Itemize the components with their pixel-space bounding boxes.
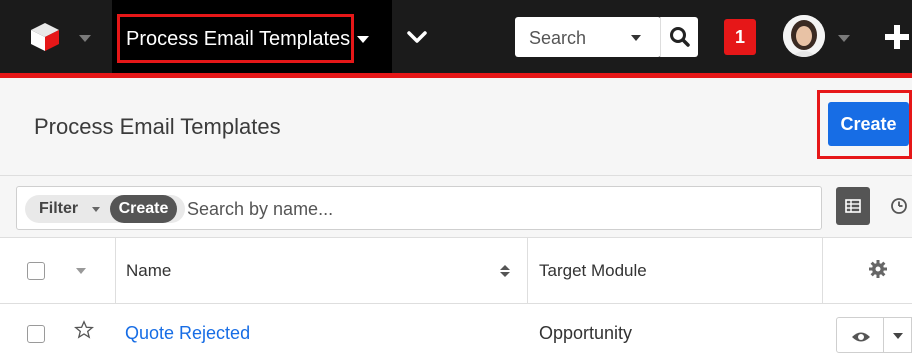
activity-stream-view-button[interactable] — [882, 187, 912, 225]
column-header-target-module[interactable]: Target Module — [539, 261, 647, 281]
filter-caret-icon — [92, 207, 100, 212]
row-actions-dropdown[interactable] — [884, 317, 912, 353]
search-filter-field[interactable]: Filter Create Search by name... — [16, 186, 822, 230]
row-actions-caret-icon — [893, 333, 903, 339]
module-tab[interactable]: Process Email Templates — [112, 0, 392, 73]
record-name-link[interactable]: Quote Rejected — [125, 323, 250, 344]
row-checkbox[interactable] — [27, 325, 45, 343]
chevron-down-icon[interactable] — [407, 30, 427, 44]
create-filter-button[interactable]: Create — [110, 195, 177, 223]
star-icon[interactable] — [74, 320, 94, 340]
plus-icon[interactable] — [882, 22, 912, 52]
filter-dropdown[interactable]: Filter Create — [25, 195, 185, 223]
target-module-cell: Opportunity — [539, 323, 633, 343]
preview-button[interactable] — [836, 317, 884, 353]
mass-action-caret-icon[interactable] — [76, 268, 86, 274]
search-input[interactable]: Search by name... — [187, 199, 333, 220]
list-view-button[interactable] — [836, 187, 870, 225]
gear-icon[interactable] — [868, 259, 888, 279]
avatar[interactable] — [783, 15, 825, 57]
sort-icon[interactable] — [499, 264, 511, 278]
logo-cube-icon — [31, 23, 59, 51]
module-tab-caret-icon[interactable] — [357, 36, 369, 43]
search-module-caret-icon[interactable] — [631, 35, 641, 41]
search-label: Search — [529, 28, 587, 48]
notification-badge[interactable]: 1 — [724, 19, 756, 55]
logo-menu[interactable] — [0, 0, 112, 73]
page-title: Process Email Templates — [34, 114, 281, 139]
search-icon — [670, 27, 690, 47]
logo-caret-icon — [79, 35, 91, 42]
user-menu-caret-icon[interactable] — [838, 35, 850, 42]
module-tab-label: Process Email Templates — [126, 28, 351, 50]
filter-bar: Filter Create Search by name... — [0, 176, 912, 238]
global-search[interactable]: Search — [515, 17, 661, 57]
create-button[interactable]: Create — [828, 102, 909, 146]
top-navigation-bar: Process Email Templates Search 1 — [0, 0, 912, 73]
search-button[interactable] — [660, 17, 698, 57]
select-all-checkbox[interactable] — [27, 262, 45, 280]
clock-icon — [891, 198, 907, 214]
page-header: Process Email Templates Create — [0, 78, 912, 176]
filter-label: Filter — [39, 200, 79, 217]
column-header-name[interactable]: Name — [126, 261, 171, 281]
eye-icon — [852, 332, 870, 342]
table-grid-icon — [845, 199, 861, 213]
user-photo-icon — [783, 15, 825, 57]
